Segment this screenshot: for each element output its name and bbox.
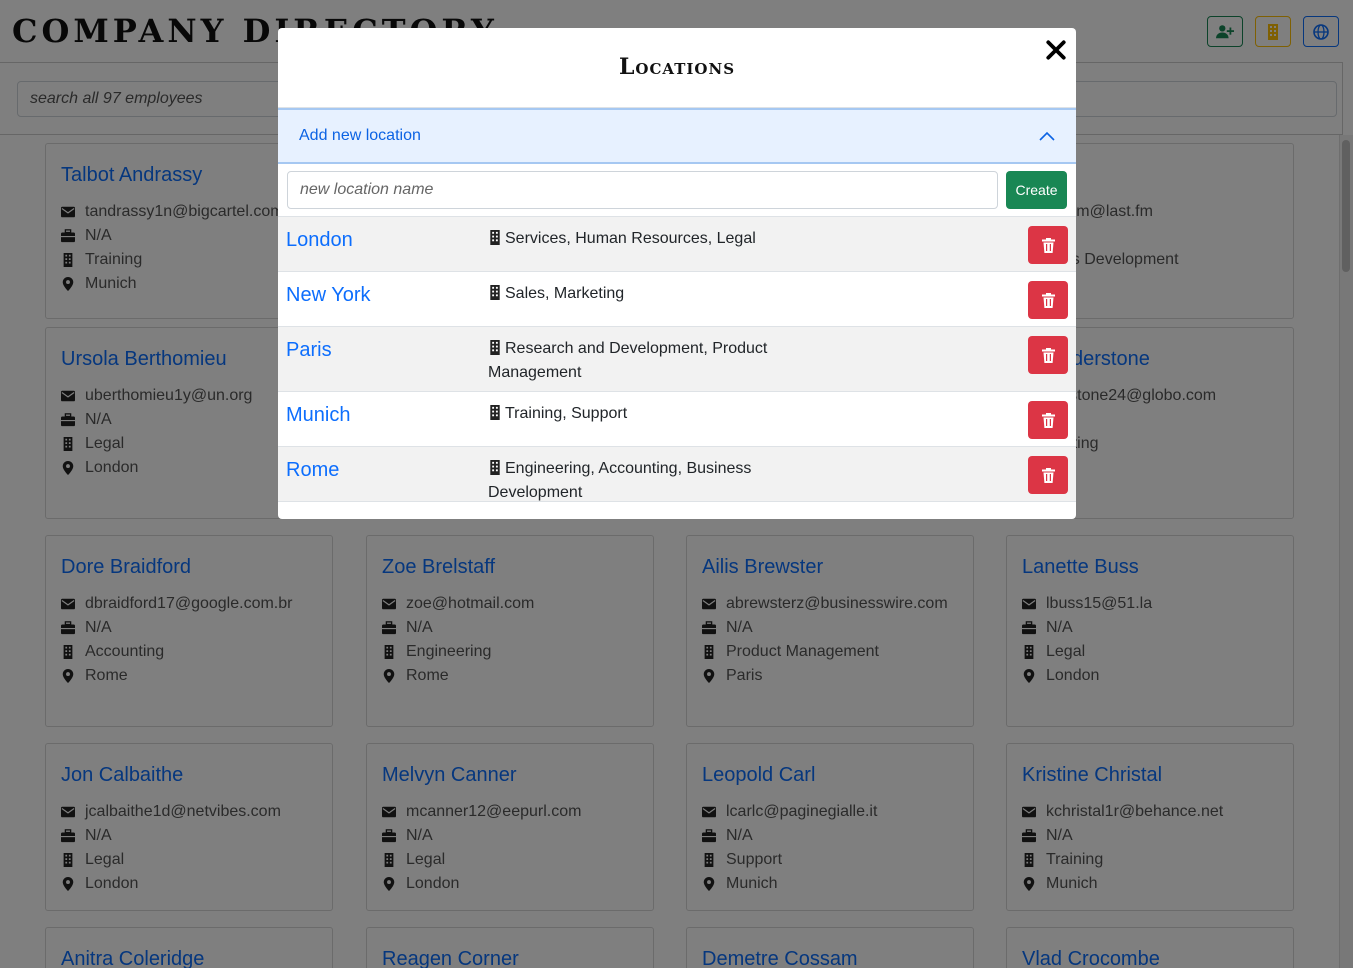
building-icon bbox=[490, 460, 500, 475]
trash-icon bbox=[1041, 292, 1055, 308]
location-row: Munich Training, Support bbox=[278, 392, 1076, 447]
new-location-input[interactable] bbox=[287, 171, 998, 209]
delete-location-button[interactable] bbox=[1028, 336, 1068, 374]
building-icon bbox=[490, 285, 500, 300]
departments-text: Research and Development, Product Manage… bbox=[488, 340, 768, 381]
create-location-button[interactable]: Create bbox=[1006, 171, 1067, 209]
location-row: Paris Research and Development, Product M… bbox=[278, 327, 1076, 392]
modal-title: Locations bbox=[618, 54, 736, 80]
trash-icon bbox=[1041, 412, 1055, 428]
locations-modal: Locations Add new location Create London… bbox=[278, 28, 1076, 519]
location-name-link[interactable]: Rome bbox=[286, 459, 339, 482]
departments-text: Engineering, Accounting, Business Develo… bbox=[488, 460, 752, 501]
delete-location-button[interactable] bbox=[1028, 401, 1068, 439]
building-icon bbox=[490, 405, 500, 420]
location-departments: Training, Support bbox=[488, 402, 808, 426]
close-icon bbox=[1046, 40, 1066, 60]
close-button[interactable] bbox=[1042, 36, 1070, 64]
trash-icon bbox=[1041, 347, 1055, 363]
chevron-up-icon bbox=[1039, 131, 1055, 141]
building-icon bbox=[490, 340, 500, 355]
location-row: London Services, Human Resources, Legal bbox=[278, 217, 1076, 272]
location-name-link[interactable]: Munich bbox=[286, 404, 350, 427]
delete-location-button[interactable] bbox=[1028, 281, 1068, 319]
trash-icon bbox=[1041, 467, 1055, 483]
delete-location-button[interactable] bbox=[1028, 226, 1068, 264]
location-departments: Engineering, Accounting, Business Develo… bbox=[488, 457, 808, 505]
location-row: Rome Engineering, Accounting, Business De… bbox=[278, 447, 1076, 502]
delete-location-button[interactable] bbox=[1028, 456, 1068, 494]
location-name-link[interactable]: New York bbox=[286, 284, 371, 307]
add-location-accordion[interactable]: Add new location bbox=[278, 108, 1076, 164]
departments-text: Training, Support bbox=[505, 405, 628, 422]
location-departments: Services, Human Resources, Legal bbox=[488, 227, 808, 251]
trash-icon bbox=[1041, 237, 1055, 253]
departments-text: Sales, Marketing bbox=[505, 285, 625, 302]
new-location-row: Create bbox=[278, 164, 1076, 217]
accordion-label: Add new location bbox=[299, 127, 421, 144]
location-departments: Research and Development, Product Manage… bbox=[488, 337, 808, 385]
location-name-link[interactable]: Paris bbox=[286, 339, 332, 362]
location-row: New York Sales, Marketing bbox=[278, 272, 1076, 327]
building-icon bbox=[490, 230, 500, 245]
modal-header: Locations bbox=[278, 28, 1076, 108]
departments-text: Services, Human Resources, Legal bbox=[505, 230, 756, 247]
location-name-link[interactable]: London bbox=[286, 229, 353, 252]
location-departments: Sales, Marketing bbox=[488, 282, 808, 306]
